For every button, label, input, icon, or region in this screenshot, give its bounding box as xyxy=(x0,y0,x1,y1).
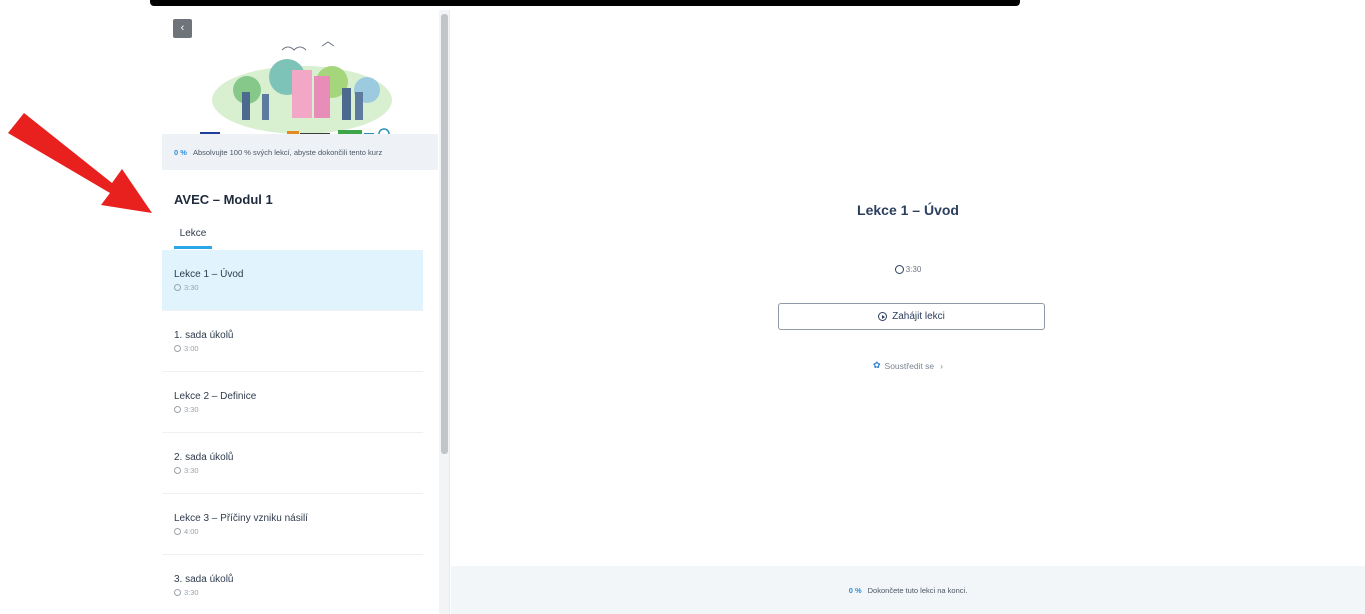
lesson-item[interactable]: 2. sada úkolů 3:30 xyxy=(162,433,423,494)
lesson-duration: 4:00 xyxy=(184,527,199,536)
clock-icon xyxy=(894,265,904,274)
course-sidebar: ‹ 0 % Absolvujte 100 % svých lekcí, abys… xyxy=(162,10,450,614)
progress-percent: 0 % xyxy=(174,147,187,157)
lesson-item[interactable]: 3. sada úkolů 3:30 xyxy=(162,555,423,614)
lesson-list: Lekce 1 – Úvod 3:30 1. sada úkolů 3:00 L… xyxy=(162,250,423,614)
lesson-title: 3. sada úkolů xyxy=(174,574,234,585)
lesson-item[interactable]: 1. sada úkolů 3:00 xyxy=(162,311,423,372)
lesson-item[interactable]: Lekce 2 – Definice 3:30 xyxy=(162,372,423,433)
focus-icon: ✿ xyxy=(872,360,881,370)
clock-icon xyxy=(174,467,181,474)
lesson-item[interactable]: Lekce 3 – Příčiny vzniku násilí 4:00 xyxy=(162,494,423,555)
lesson-duration: 3:30 xyxy=(184,283,199,292)
play-icon xyxy=(878,312,888,321)
lesson-duration: 3:30 xyxy=(184,588,199,597)
lesson-duration: 3:00 xyxy=(184,344,199,353)
chevron-left-icon[interactable]: ‹ xyxy=(173,19,192,38)
progress-text: Absolvujte 100 % svých lekcí, abyste dok… xyxy=(192,147,383,157)
clock-icon xyxy=(174,406,181,413)
scrollbar-thumb[interactable] xyxy=(441,14,448,454)
clock-icon xyxy=(174,589,181,596)
lesson-duration: 3:30 xyxy=(184,466,199,475)
red-arrow-annotation xyxy=(8,113,152,213)
course-banner-image xyxy=(200,41,392,142)
clock-icon xyxy=(174,345,181,352)
sidebar-scrollbar[interactable] xyxy=(439,10,449,614)
module-title: AVEC – Modul 1 xyxy=(174,192,273,207)
lesson-main: Lekce 1 – Úvod 3:30 Zahájit lekci ✿ Sous… xyxy=(451,10,1365,614)
start-lesson-button[interactable]: Zahájit lekci xyxy=(778,303,1045,330)
lesson-title: Lekce 2 – Definice xyxy=(174,391,257,402)
start-lesson-label: Zahájit lekci xyxy=(892,311,945,322)
lesson-title: 2. sada úkolů xyxy=(174,452,234,463)
tab-lessons[interactable]: Lekce xyxy=(174,228,212,249)
lesson-title: Lekce 3 – Příčiny vzniku násilí xyxy=(174,513,308,524)
course-progress: 0 % Absolvujte 100 % svých lekcí, abyste… xyxy=(162,134,438,170)
focus-label: Soustředit se xyxy=(884,360,935,371)
focus-mode-link[interactable]: ✿ Soustředit se › xyxy=(451,360,1365,371)
chevron-right-icon: › xyxy=(940,360,943,371)
lesson-title: Lekce 1 – Úvod xyxy=(174,269,244,280)
duration-text: 3:30 xyxy=(905,265,922,274)
footer-text: Dokončete tuto lekci na konci. xyxy=(867,585,968,595)
lesson-title: 1. sada úkolů xyxy=(174,330,234,341)
lesson-duration: 3:30 xyxy=(184,405,199,414)
footer-percent: 0 % xyxy=(848,585,862,595)
lesson-footer: 0 % Dokončete tuto lekci na konci. xyxy=(451,566,1365,614)
lesson-item[interactable]: Lekce 1 – Úvod 3:30 xyxy=(162,250,423,311)
lesson-heading: Lekce 1 – Úvod xyxy=(857,202,959,218)
clock-icon xyxy=(174,284,181,291)
clock-icon xyxy=(174,528,181,535)
lesson-duration-info: 3:30 xyxy=(451,265,1365,274)
top-strip xyxy=(150,0,1020,6)
